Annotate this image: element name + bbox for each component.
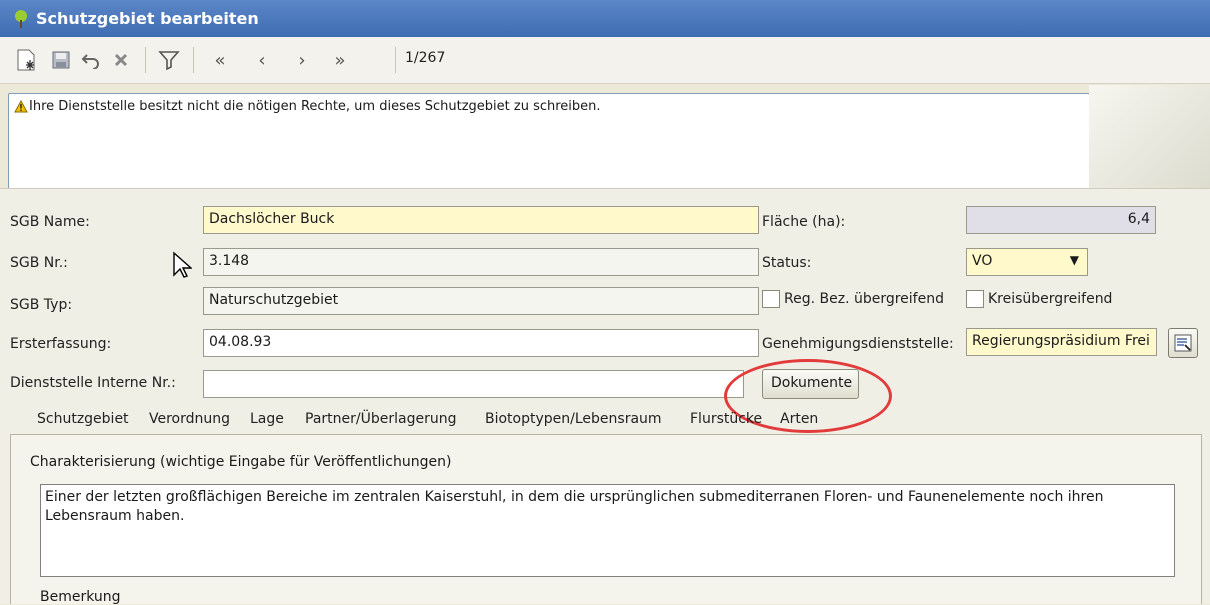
tab-biotoptypen-lebensraum[interactable]: Biotoptypen/Lebensraum (485, 405, 662, 433)
sgb-name-field[interactable]: Dachslöcher Buck (203, 206, 759, 234)
ersterfassung-label: Ersterfassung: (10, 336, 112, 352)
toolbar: « ‹ › » 1/267 (0, 37, 1210, 84)
message-box: Ihre Dienststelle besitzt nicht die nöti… (8, 93, 1090, 190)
kreis-checkbox[interactable] (966, 290, 984, 308)
sgb-nr-label: SGB Nr.: (10, 255, 68, 271)
last-record-icon[interactable]: » (325, 44, 355, 76)
reg-bez-checkbox[interactable] (762, 290, 780, 308)
sgb-name-label: SGB Name: (10, 214, 90, 230)
genehmigung-field[interactable]: Regierungspräsidium Frei (966, 328, 1157, 356)
status-value: VO (972, 253, 993, 269)
genehmigung-label: Genehmigungsdienststelle: (762, 336, 954, 352)
toolbar-separator (193, 47, 194, 73)
sgb-typ-label: SGB Typ: (10, 297, 73, 313)
warning-icon (14, 99, 28, 117)
tab-arten[interactable]: Arten (780, 405, 818, 433)
side-panel (1089, 85, 1210, 188)
window-title: Schutzgebiet bearbeiten (36, 9, 259, 28)
lookup-icon[interactable] (1168, 328, 1198, 358)
toolbar-separator (395, 47, 396, 73)
mouse-cursor-icon (172, 251, 193, 283)
delete-icon[interactable] (108, 44, 134, 76)
charakterisierung-label: Charakterisierung (wichtige Eingabe für … (30, 454, 452, 470)
status-select[interactable]: VO ▼ (966, 248, 1088, 276)
tab-flurstuecke[interactable]: Flurstücke (690, 405, 762, 433)
ersterfassung-field[interactable]: 04.08.93 (203, 329, 759, 357)
charakterisierung-textarea[interactable]: Einer der letzten großflächigen Bereiche… (40, 484, 1175, 577)
tab-bar: Schutzgebiet Verordnung Lage Partner/Übe… (10, 405, 1200, 435)
reg-bez-label: Reg. Bez. übergreifend (784, 291, 944, 307)
message-text: Ihre Dienststelle besitzt nicht die nöti… (29, 99, 601, 114)
interne-nr-field[interactable] (203, 370, 744, 398)
sgb-typ-field[interactable]: Naturschutzgebiet (203, 287, 759, 315)
tab-lage[interactable]: Lage (250, 405, 284, 433)
toolbar-separator (145, 47, 146, 73)
tree-icon (12, 9, 30, 33)
next-record-icon[interactable]: › (290, 44, 314, 76)
new-record-icon[interactable] (12, 44, 40, 76)
filter-icon[interactable] (155, 44, 183, 76)
tab-verordnung[interactable]: Verordnung (149, 405, 230, 433)
previous-record-icon[interactable]: ‹ (250, 44, 274, 76)
tab-schutzgebiet[interactable]: Schutzgebiet (37, 405, 129, 433)
chevron-down-icon: ▼ (1069, 253, 1079, 267)
interne-nr-label: Dienststelle Interne Nr.: (10, 375, 176, 391)
save-icon[interactable] (48, 44, 74, 76)
flaeche-label: Fläche (ha): (762, 214, 846, 230)
flaeche-field[interactable]: 6,4 (966, 206, 1156, 234)
tab-partner-ueberlagerung[interactable]: Partner/Überlagerung (305, 405, 456, 433)
first-record-icon[interactable]: « (205, 44, 235, 76)
undo-icon[interactable] (78, 44, 104, 76)
sgb-nr-field[interactable]: 3.148 (203, 248, 759, 276)
record-position: 1/267 (405, 50, 446, 66)
kreis-label: Kreisübergreifend (988, 291, 1113, 307)
status-label: Status: (762, 255, 812, 271)
title-bar: Schutzgebiet bearbeiten (0, 0, 1210, 37)
